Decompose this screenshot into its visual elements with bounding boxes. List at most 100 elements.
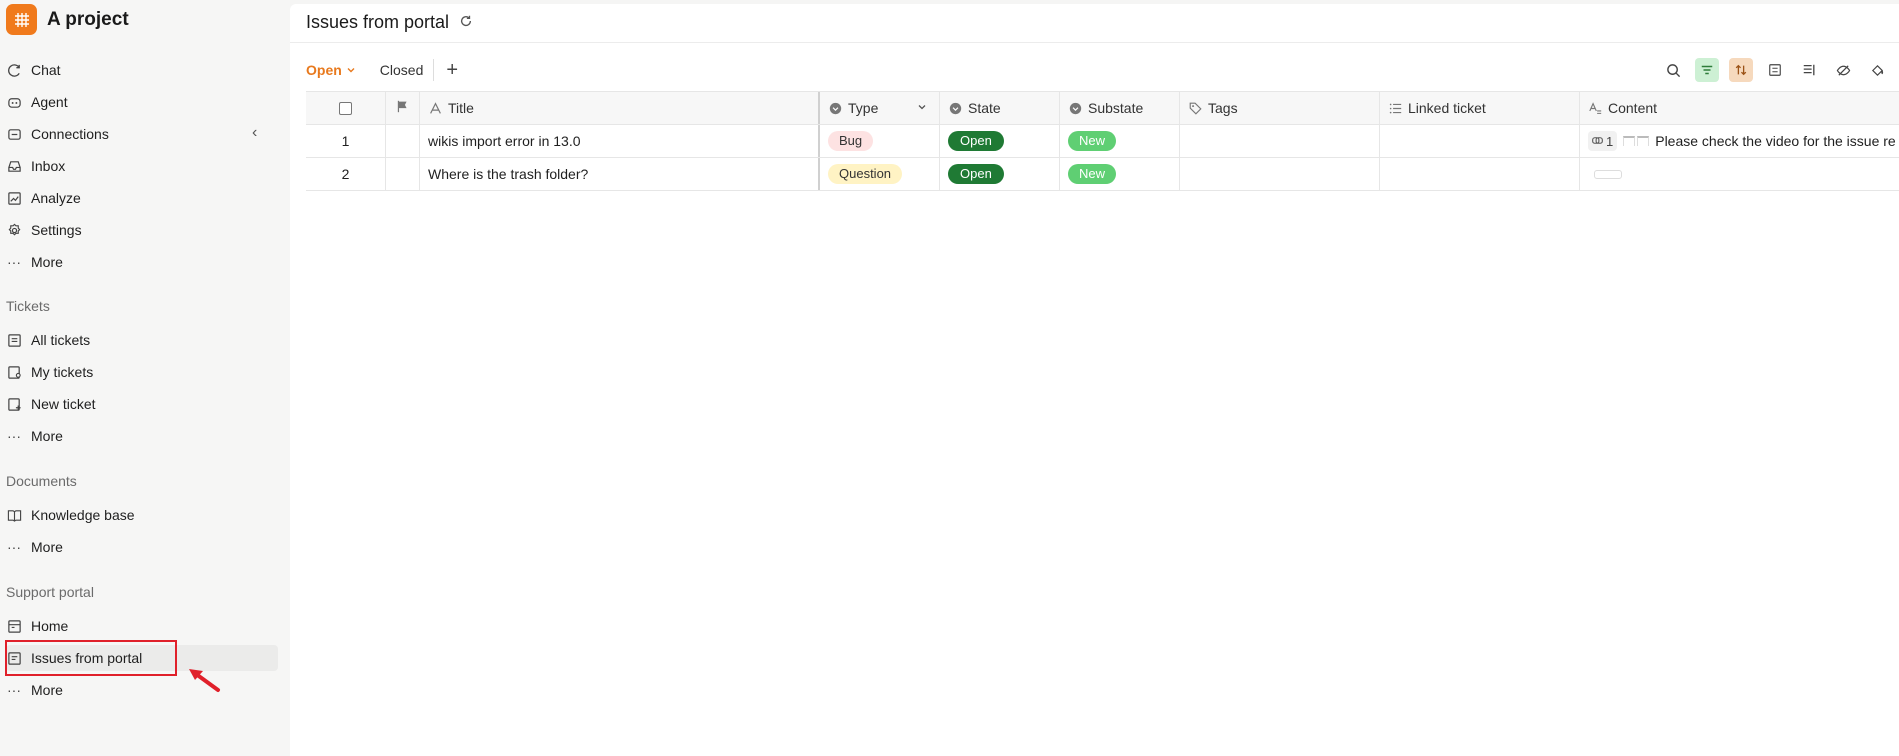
portal-home-icon: [6, 618, 22, 634]
state-badge: Open: [948, 164, 1004, 184]
sidebar-item-label: Chat: [31, 62, 61, 78]
flag-column-header[interactable]: [386, 92, 420, 124]
agent-icon: [6, 94, 22, 110]
hide-fields-icon[interactable]: [1831, 58, 1855, 82]
sidebar-item-chat[interactable]: Chat: [6, 57, 278, 83]
empty-content-placeholder: [1594, 169, 1622, 179]
column-header-title[interactable]: Title: [420, 92, 820, 124]
more-icon: ···: [7, 254, 21, 270]
column-header-linked-ticket[interactable]: Linked ticket: [1380, 92, 1580, 124]
paint-bucket-icon[interactable]: [1865, 58, 1889, 82]
table-row[interactable]: 2 Where is the trash folder? Question Op…: [306, 158, 1899, 191]
select-all-cell: [306, 92, 386, 124]
sidebar-item-new-ticket[interactable]: New ticket: [6, 391, 278, 417]
rich-text-icon: [1588, 101, 1602, 115]
sidebar-item-my-tickets[interactable]: My tickets: [6, 359, 278, 385]
tag-icon: [1188, 101, 1202, 115]
type-badge: Question: [828, 164, 903, 184]
column-header-label: Content: [1608, 100, 1658, 116]
tab-closed[interactable]: Closed: [380, 59, 435, 81]
sidebar-item-all-tickets[interactable]: All tickets: [6, 327, 278, 353]
sidebar-item-label: All tickets: [31, 332, 91, 348]
annotation-highlight-box: [5, 640, 177, 676]
chat-icon: [6, 62, 22, 78]
project-header[interactable]: A project: [6, 4, 129, 35]
sidebar: A project Chat Agent Connections ‹ Inbox…: [0, 0, 290, 756]
row-type-cell[interactable]: Question: [820, 158, 940, 190]
sort-icon[interactable]: [1729, 58, 1753, 82]
row-substate-cell[interactable]: New: [1060, 125, 1180, 157]
search-icon[interactable]: [1661, 58, 1685, 82]
book-icon: [6, 507, 22, 523]
sidebar-item-label: More: [31, 682, 63, 698]
gear-icon: [6, 222, 22, 238]
tickets-list-icon: [6, 332, 22, 348]
column-header-substate[interactable]: Substate: [1060, 92, 1180, 124]
column-header-label: Title: [448, 100, 474, 116]
chevron-down-icon[interactable]: [917, 101, 927, 115]
column-header-label: State: [968, 100, 1001, 116]
row-title[interactable]: Where is the trash folder?: [420, 158, 820, 190]
column-header-type[interactable]: Type: [820, 92, 940, 124]
collapse-sidebar-chevron-icon[interactable]: ‹: [252, 124, 257, 142]
header-divider: [290, 42, 1899, 43]
sidebar-item-portal-home[interactable]: Home: [6, 613, 278, 639]
sidebar-item-documents-more[interactable]: ··· More: [6, 534, 278, 560]
project-name: A project: [47, 8, 129, 30]
sidebar-item-inbox[interactable]: Inbox: [6, 153, 278, 179]
tab-closed-label: Closed: [379, 62, 424, 78]
sidebar-item-analyze[interactable]: Analyze: [6, 185, 278, 211]
column-header-state[interactable]: State: [940, 92, 1060, 124]
annotation-arrow-icon: [189, 669, 220, 692]
page-title: Issues from portal: [306, 12, 450, 32]
sidebar-item-label: More: [31, 428, 63, 444]
sidebar-item-label: Inbox: [31, 158, 66, 174]
row-flag-cell[interactable]: [386, 158, 420, 190]
new-ticket-icon: [6, 396, 22, 412]
sidebar-item-knowledge-base[interactable]: Knowledge base: [6, 502, 278, 528]
row-title[interactable]: wikis import error in 13.0: [420, 125, 820, 157]
sidebar-item-label: Knowledge base: [31, 507, 135, 523]
sidebar-item-portal-more[interactable]: ··· More: [6, 677, 278, 703]
sidebar-item-more[interactable]: ··· More: [6, 249, 278, 275]
add-view-icon[interactable]: +: [446, 60, 458, 80]
sidebar-item-settings[interactable]: Settings: [6, 217, 278, 243]
row-tags-cell[interactable]: [1180, 158, 1380, 190]
sidebar-item-label: Analyze: [31, 190, 81, 206]
sidebar-item-tickets-more[interactable]: ··· More: [6, 423, 278, 449]
column-header-content[interactable]: Content: [1580, 92, 1899, 124]
table-header-row: Title Type State Substate Tags Linked ti…: [306, 91, 1899, 125]
section-label-documents: Documents: [6, 473, 77, 489]
state-badge: Open: [948, 131, 1004, 151]
row-content-cell[interactable]: [1580, 158, 1899, 190]
tab-open[interactable]: Open: [306, 62, 362, 78]
more-icon: ···: [7, 682, 21, 698]
filter-icon[interactable]: [1695, 58, 1719, 82]
row-state-cell[interactable]: Open: [940, 125, 1060, 157]
row-substate-cell[interactable]: New: [1060, 158, 1180, 190]
type-badge: Bug: [828, 131, 874, 151]
row-linked-ticket-cell[interactable]: [1380, 125, 1580, 157]
refresh-icon[interactable]: [459, 14, 473, 31]
select-all-checkbox[interactable]: [339, 101, 352, 115]
sidebar-item-connections[interactable]: Connections: [6, 121, 278, 147]
more-icon: ···: [7, 428, 21, 444]
sidebar-item-agent[interactable]: Agent: [6, 89, 278, 115]
row-tags-cell[interactable]: [1180, 125, 1380, 157]
row-content-cell[interactable]: 1 Please check the video for the issue r…: [1580, 125, 1899, 157]
inbox-icon: [6, 158, 22, 174]
video-thumbnail-icon: [1623, 136, 1650, 146]
sidebar-item-label: Settings: [31, 222, 82, 238]
analyze-icon: [6, 190, 22, 206]
row-linked-ticket-cell[interactable]: [1380, 158, 1580, 190]
row-state-cell[interactable]: Open: [940, 158, 1060, 190]
column-header-tags[interactable]: Tags: [1180, 92, 1380, 124]
group-icon[interactable]: [1763, 58, 1787, 82]
attachment-chip[interactable]: 1: [1588, 131, 1618, 151]
sidebar-item-label: Home: [31, 618, 69, 634]
table-row[interactable]: 1 wikis import error in 13.0 Bug Open Ne…: [306, 125, 1899, 158]
row-type-cell[interactable]: Bug: [820, 125, 940, 157]
sidebar-item-label: Connections: [31, 126, 109, 142]
row-height-icon[interactable]: [1797, 58, 1821, 82]
row-flag-cell[interactable]: [386, 125, 420, 157]
